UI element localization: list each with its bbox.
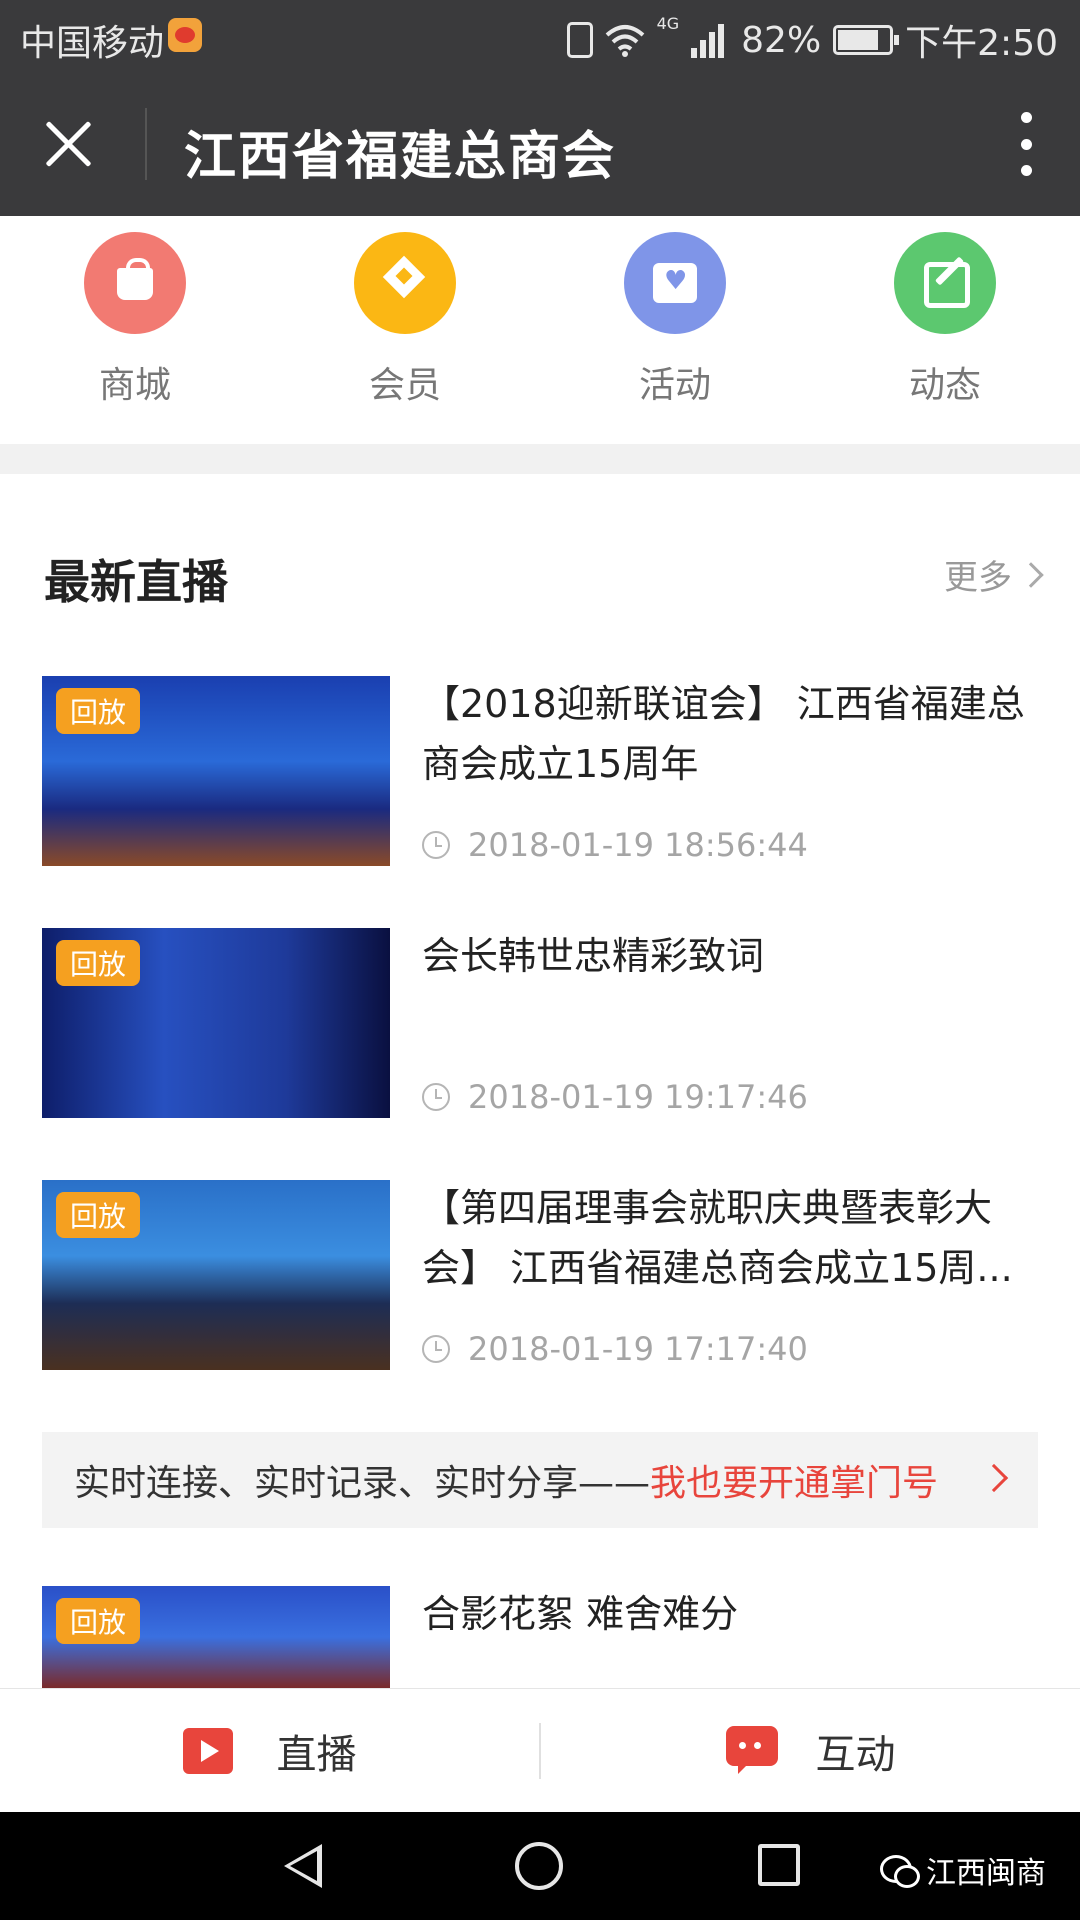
replay-badge: 回放 <box>56 1192 141 1238</box>
live-thumbnail: 回放 <box>42 1586 390 1688</box>
quick-nav: 商城 会员 活动 动态 <box>0 216 1080 444</box>
live-thumbnail: 回放 <box>42 1180 390 1370</box>
live-item[interactable]: 回放 【第四届理事会就职庆典暨表彰大会】 江西省福建总商会成立15周... 20… <box>42 1178 1042 1372</box>
clock-icon <box>422 1335 450 1363</box>
status-indicators: 4G 82% 下午2:50 <box>566 14 1058 66</box>
clock-icon <box>422 1083 450 1111</box>
section-title: 最新直播 <box>44 555 228 609</box>
wifi-icon <box>605 25 644 57</box>
diamond-icon <box>354 232 456 334</box>
battery-icon <box>833 25 900 55</box>
live-time: 2018-01-19 18:56:44 <box>422 826 808 864</box>
vibrate-icon <box>566 22 593 58</box>
tab-label: 直播 <box>276 1731 357 1778</box>
tab-label: 互动 <box>815 1731 896 1778</box>
live-thumbnail: 回放 <box>42 676 390 866</box>
live-timestamp: 2018-01-19 18:56:44 <box>468 826 808 864</box>
live-item[interactable]: 回放 【2018迎新联谊会】 江西省福建总商会成立15周年 2018-01-19… <box>42 674 1042 868</box>
shopping-bag-icon <box>84 232 186 334</box>
live-timestamp: 2018-01-19 19:17:46 <box>468 1078 808 1116</box>
network-type: 4G <box>656 14 680 33</box>
tab-interact[interactable]: 互动 <box>541 1689 1080 1812</box>
more-vertical-icon[interactable] <box>1018 112 1034 176</box>
recent-apps-icon[interactable] <box>758 1844 800 1886</box>
nav-item-activity[interactable]: 活动 <box>540 216 810 444</box>
live-thumbnail: 回放 <box>42 928 390 1118</box>
nav-label: 活动 <box>638 365 711 406</box>
live-time: 2018-01-19 19:17:46 <box>422 1078 808 1116</box>
live-title: 合影花絮 难舍难分 <box>422 1592 739 1636</box>
battery-percent: 82% <box>741 19 822 61</box>
system-nav-bar: 江西闽商 <box>0 1812 1080 1920</box>
section-divider <box>0 444 1080 474</box>
live-title: 【第四届理事会就职庆典暨表彰大会】 江西省福建总商会成立15周... <box>422 1186 1013 1290</box>
weibo-icon <box>168 18 202 52</box>
calendar-heart-icon <box>624 232 726 334</box>
live-time: 2018-01-19 17:17:40 <box>422 1330 808 1368</box>
replay-badge: 回放 <box>56 688 141 734</box>
clock-icon <box>422 831 450 859</box>
carrier-name: 中国移动 <box>20 23 165 64</box>
edit-icon <box>894 232 996 334</box>
chat-icon <box>725 1725 782 1776</box>
video-icon <box>182 1727 249 1774</box>
live-item[interactable]: 回放 合影花絮 难舍难分 <box>42 1584 1042 1688</box>
chevron-right-icon <box>979 1463 1009 1493</box>
status-bar: 中国移动 4G 82% 下午2:50 <box>0 0 1080 72</box>
more-link[interactable]: 更多 <box>944 550 1044 599</box>
nav-item-mall[interactable]: 商城 <box>0 216 270 444</box>
app-header: 江西省福建总商会 <box>0 72 1080 216</box>
more-label: 更多 <box>944 558 1012 598</box>
promo-link[interactable]: 我也要开通掌门号 <box>650 1454 938 1506</box>
live-section-header: 最新直播 更多 <box>0 474 1080 654</box>
watermark-text: 江西闽商 <box>926 1856 1046 1891</box>
home-icon[interactable] <box>515 1842 563 1890</box>
promo-banner[interactable]: 实时连接、实时记录、实时分享—— 我也要开通掌门号 <box>42 1432 1038 1528</box>
watermark: 江西闽商 <box>880 1848 1046 1892</box>
live-title: 会长韩世忠精彩致词 <box>422 934 765 978</box>
chevron-right-icon <box>1018 561 1044 588</box>
nav-item-member[interactable]: 会员 <box>270 216 540 444</box>
replay-badge: 回放 <box>56 940 141 986</box>
nav-item-news[interactable]: 动态 <box>810 216 1080 444</box>
nav-label: 动态 <box>908 365 981 406</box>
clock: 下午2:50 <box>905 23 1058 64</box>
signal-icon <box>691 22 729 58</box>
promo-text: 实时连接、实时记录、实时分享—— <box>74 1463 651 1504</box>
replay-badge: 回放 <box>56 1598 141 1644</box>
page-title: 江西省福建总商会 <box>184 127 617 187</box>
live-title: 【2018迎新联谊会】 江西省福建总商会成立15周年 <box>422 682 1025 786</box>
header-divider <box>145 108 147 180</box>
live-timestamp: 2018-01-19 17:17:40 <box>468 1330 808 1368</box>
close-icon[interactable] <box>40 116 96 172</box>
live-item[interactable]: 回放 会长韩世忠精彩致词 2018-01-19 19:17:46 <box>42 926 1042 1120</box>
tab-live[interactable]: 直播 <box>0 1689 539 1812</box>
wechat-icon <box>880 1855 920 1888</box>
back-icon[interactable] <box>278 1842 326 1890</box>
bottom-tab-bar: 直播 互动 <box>0 1688 1080 1812</box>
nav-label: 商城 <box>98 365 171 406</box>
nav-label: 会员 <box>368 365 441 406</box>
